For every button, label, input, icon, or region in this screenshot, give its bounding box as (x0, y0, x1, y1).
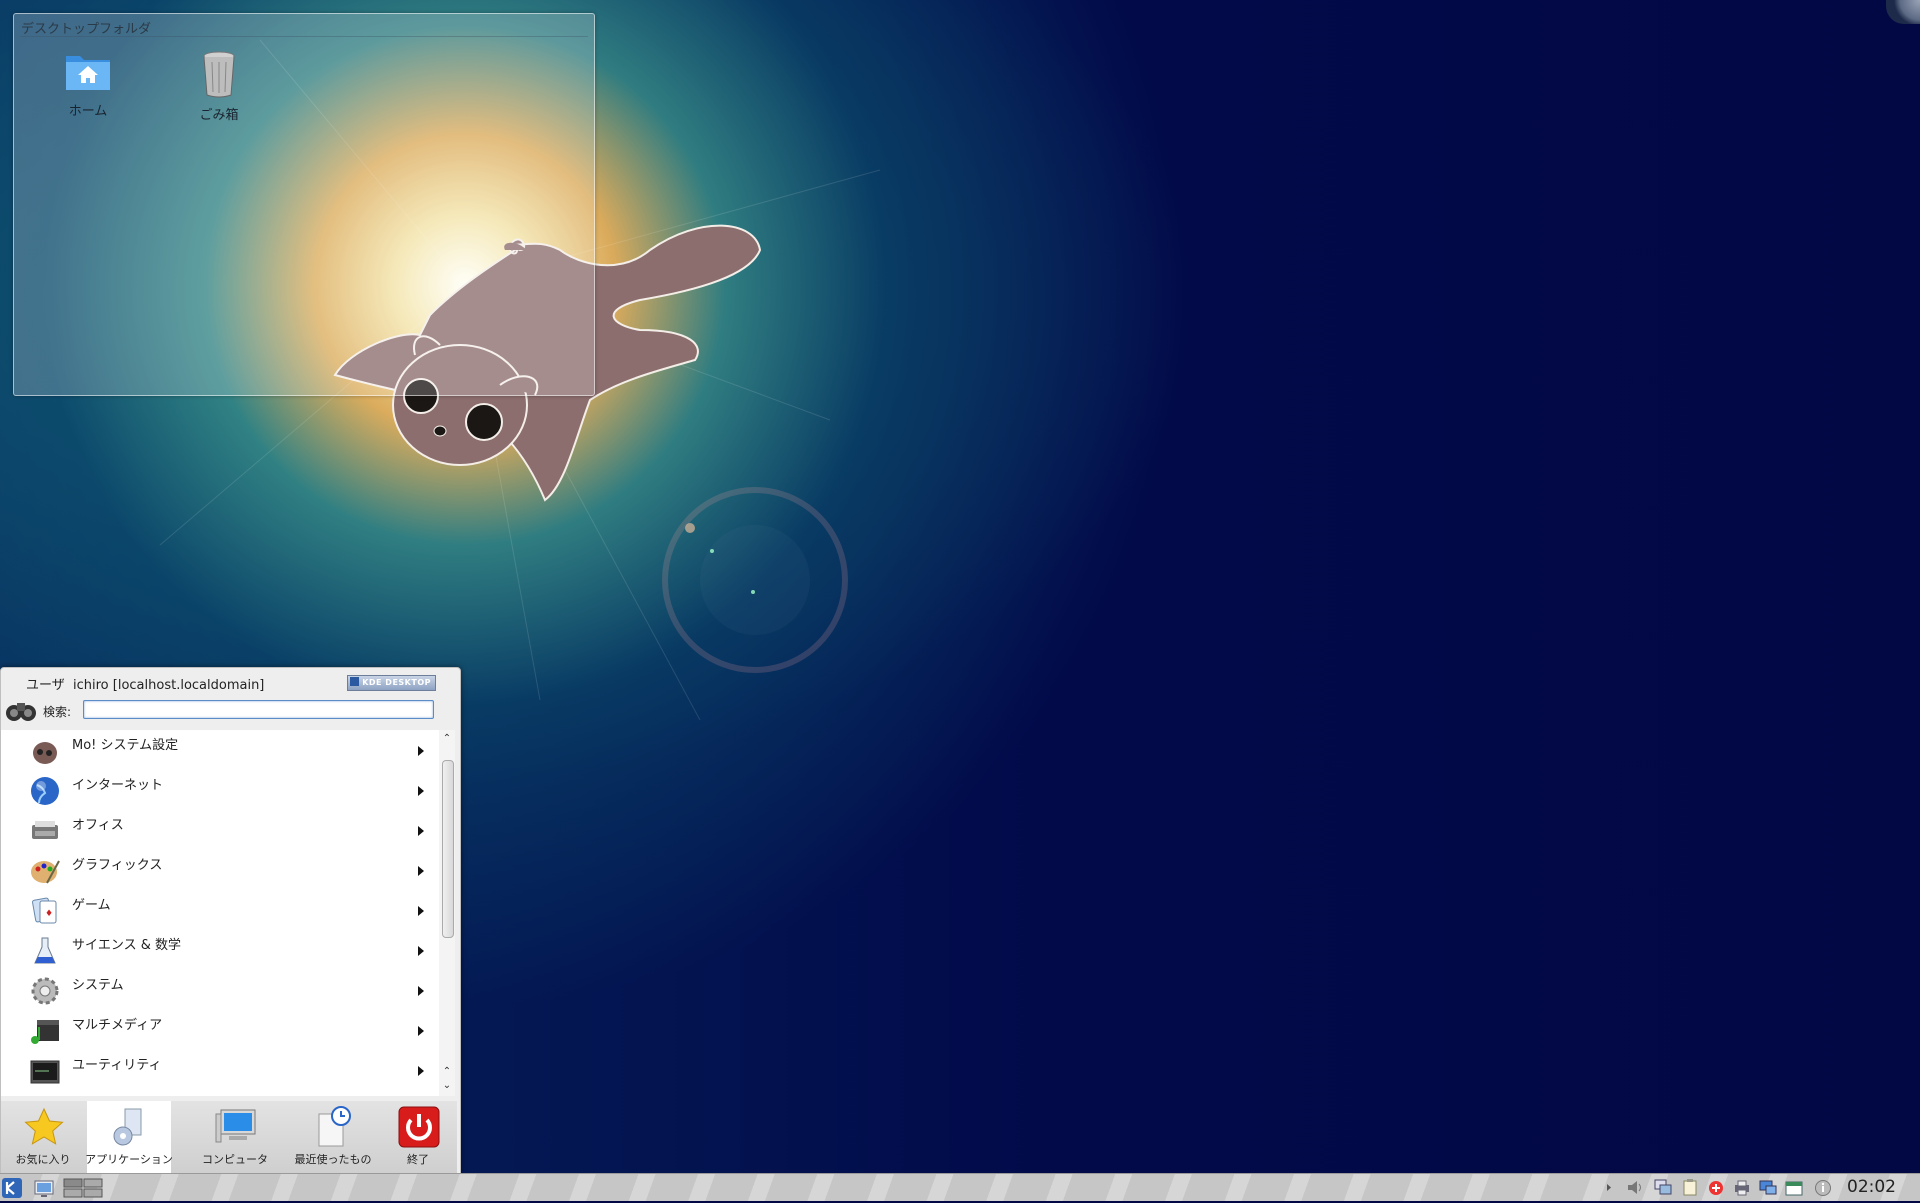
power-icon (398, 1106, 440, 1148)
category-mo-system-settings[interactable]: Mo! システム設定 (1, 730, 439, 770)
clock[interactable]: 02:02 (1847, 1177, 1896, 1197)
search-label: 検索: (43, 705, 72, 719)
category-system[interactable]: システム (1, 970, 439, 1010)
momonga-icon (33, 742, 57, 764)
home-folder-icon (66, 56, 110, 90)
info-icon[interactable] (1814, 1179, 1832, 1196)
virtual-desktop-pager-icon (63, 1178, 103, 1198)
terminal-icon (30, 1060, 60, 1084)
category-list-scrollbar[interactable]: ⌃ ⌃ ⌄ (439, 730, 455, 1096)
scroll-up-icon[interactable]: ⌃ (439, 732, 455, 746)
flask-icon (34, 937, 56, 964)
network-icon[interactable] (1654, 1179, 1672, 1196)
tray-expand-icon[interactable] (1605, 1179, 1613, 1196)
tab-leave[interactable]: 終了 (376, 1101, 460, 1173)
kde-desktop-badge: KDE DESKTOP (347, 675, 436, 691)
search-row: 検索: (5, 697, 455, 723)
desktop-icon (34, 1180, 54, 1197)
star-icon (24, 1107, 64, 1145)
submenu-arrow-icon (418, 786, 424, 796)
desktop-icon-home-label: ホーム (68, 104, 108, 119)
user-label: ユーザ (26, 678, 65, 693)
trash-icon (203, 51, 235, 98)
submenu-arrow-icon (418, 906, 424, 916)
tab-computer[interactable]: コンピュータ (193, 1101, 277, 1173)
category-graphics[interactable]: グラフィックス (1, 850, 439, 890)
category-label: システム (72, 978, 124, 993)
typewriter-icon (32, 821, 58, 839)
user-host: ichiro [localhost.localdomain] (73, 678, 265, 693)
submenu-arrow-icon (418, 1066, 424, 1076)
category-list: Mo! システム設定 インターネット オフィス グラフィックス ♦ ゲーム サイ… (1, 730, 439, 1096)
computer-icon (215, 1109, 256, 1143)
update-icon[interactable] (1707, 1179, 1725, 1196)
tab-label: 終了 (407, 1153, 429, 1166)
application-launcher-menu: ユーザ ichiro [localhost.localdomain] KDE D… (0, 667, 461, 1174)
scrollbar-thumb[interactable] (442, 760, 454, 938)
cards-icon: ♦ (32, 897, 57, 924)
scroll-down-icon[interactable]: ⌄ (439, 1079, 455, 1093)
tab-label: コンピュータ (202, 1153, 268, 1166)
applications-icon (113, 1108, 142, 1146)
user-info: ユーザ ichiro [localhost.localdomain] (26, 674, 264, 693)
volume-icon[interactable] (1626, 1179, 1644, 1196)
kickoff-launcher-button[interactable] (1, 1177, 23, 1198)
submenu-arrow-icon (418, 826, 424, 836)
category-games[interactable]: ♦ ゲーム (1, 890, 439, 930)
taskbar: 02:02 (0, 1173, 1920, 1201)
launcher-tab-bar: お気に入り アプリケーション コンピュータ 最近使ったもの 終了 (1, 1101, 457, 1173)
kde-logo-icon (350, 677, 360, 686)
show-desktop-button[interactable] (33, 1177, 55, 1197)
category-label: サイエンス & 数学 (72, 938, 182, 953)
submenu-arrow-icon (418, 746, 424, 756)
category-utilities[interactable]: ユーティリティ (1, 1050, 439, 1090)
desktop-icon-home[interactable]: ホーム (40, 50, 136, 119)
tab-label: アプリケーション (85, 1153, 173, 1166)
tab-recently-used[interactable]: 最近使ったもの (291, 1101, 375, 1173)
kde-logo-icon (2, 1178, 22, 1198)
display-icon[interactable] (1759, 1179, 1777, 1196)
globe-icon (31, 777, 59, 805)
kde-desktop-badge-text: KDE DESKTOP (362, 678, 431, 687)
search-input[interactable] (83, 700, 434, 719)
recent-icon (318, 1106, 351, 1147)
calendar-icon[interactable] (1785, 1179, 1803, 1196)
binoculars-icon (6, 703, 36, 721)
submenu-arrow-icon (418, 1026, 424, 1036)
category-label: グラフィックス (72, 858, 163, 873)
category-label: ゲーム (72, 898, 111, 913)
scroll-up-icon[interactable]: ⌃ (439, 1065, 455, 1079)
category-label: インターネット (72, 778, 164, 793)
submenu-arrow-icon (418, 866, 424, 876)
category-science-math[interactable]: サイエンス & 数学 (1, 930, 439, 970)
category-office[interactable]: オフィス (1, 810, 439, 850)
palette-icon (31, 860, 60, 884)
desktop-icon-trash[interactable]: ごみ箱 (171, 50, 267, 123)
category-label: オフィス (72, 818, 124, 833)
folder-view-divider (20, 36, 588, 37)
desktop-folder-view[interactable]: デスクトップフォルダ ホーム ごみ箱 (13, 13, 595, 396)
gear-icon (31, 977, 59, 1005)
category-internet[interactable]: インターネット (1, 770, 439, 810)
category-label: マルチメディア (72, 1018, 163, 1033)
tab-applications[interactable]: アプリケーション (85, 1101, 173, 1173)
tab-favorites[interactable]: お気に入り (1, 1101, 85, 1173)
clapperboard-icon (31, 1020, 59, 1044)
desktop-icon-trash-label: ごみ箱 (199, 108, 239, 123)
clipboard-icon[interactable] (1681, 1179, 1699, 1196)
category-multimedia[interactable]: マルチメディア (1, 1010, 439, 1050)
pager[interactable] (63, 1177, 103, 1198)
printer-icon[interactable] (1733, 1179, 1751, 1196)
category-label: Mo! システム設定 (72, 738, 179, 753)
folder-view-title: デスクトップフォルダ (21, 22, 152, 37)
submenu-arrow-icon (418, 986, 424, 996)
category-label: ユーティリティ (72, 1058, 162, 1073)
submenu-arrow-icon (418, 946, 424, 956)
svg-text:♦: ♦ (45, 909, 53, 919)
